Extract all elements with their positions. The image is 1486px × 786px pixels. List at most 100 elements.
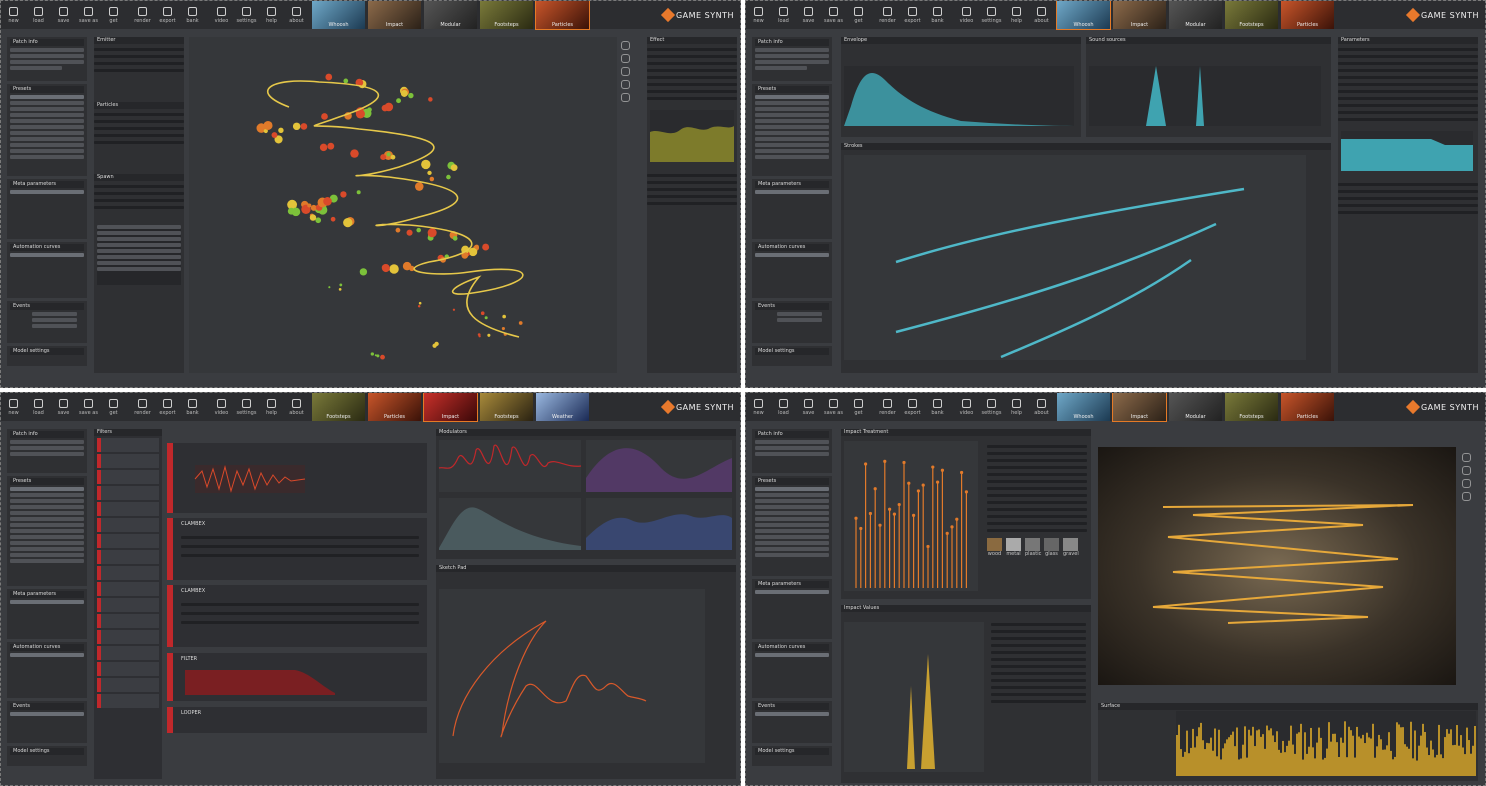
strokes-canvas[interactable]: [841, 152, 1331, 367]
material-metal-button[interactable]: metal: [1006, 538, 1021, 557]
save-button[interactable]: save: [796, 1, 821, 29]
thumb-impact[interactable]: Impact: [1112, 393, 1167, 422]
material-glass-button[interactable]: glass: [1044, 538, 1059, 557]
render-button[interactable]: render: [130, 1, 155, 29]
save-as-button[interactable]: save as: [821, 1, 846, 29]
filter-item[interactable]: [97, 694, 159, 708]
save-button[interactable]: save: [796, 393, 821, 421]
spiral-tool-icon[interactable]: [1462, 479, 1471, 488]
thumb-footsteps[interactable]: Footsteps: [1225, 393, 1278, 421]
export-button[interactable]: export: [155, 393, 180, 421]
filter-item[interactable]: [97, 582, 159, 596]
load-button[interactable]: load: [26, 1, 51, 29]
new-button[interactable]: new: [1, 393, 26, 421]
shape-tool-icon[interactable]: [1462, 492, 1471, 501]
module-clambex-1[interactable]: CLAMBEX: [167, 518, 427, 580]
module-looper[interactable]: LOOPER: [167, 707, 427, 733]
material-wood-button[interactable]: wood: [987, 538, 1002, 557]
help-button[interactable]: help: [1004, 1, 1029, 29]
settings-button[interactable]: settings: [234, 1, 259, 29]
render-button[interactable]: render: [875, 1, 900, 29]
pen-tool-icon[interactable]: [621, 41, 630, 50]
get-button[interactable]: get: [101, 1, 126, 29]
shape-tool-icon[interactable]: [621, 80, 630, 89]
filter-item[interactable]: [97, 454, 159, 468]
save-button[interactable]: save: [51, 393, 76, 421]
bank-button[interactable]: bank: [180, 1, 205, 29]
filter-item[interactable]: [97, 678, 159, 692]
video-button[interactable]: video: [209, 1, 234, 29]
save-as-button[interactable]: save as: [821, 393, 846, 421]
settings-button[interactable]: settings: [979, 393, 1004, 421]
thumb-footsteps[interactable]: Footsteps: [480, 1, 533, 29]
thumb-footsteps[interactable]: Footsteps: [312, 393, 365, 421]
thumb-whoosh[interactable]: Whoosh: [1057, 393, 1110, 421]
thumb-particles[interactable]: Particles: [1281, 393, 1334, 421]
filter-item[interactable]: [97, 550, 159, 564]
thumb-particles[interactable]: Particles: [535, 1, 590, 30]
filter-item[interactable]: [97, 470, 159, 484]
render-button[interactable]: render: [875, 393, 900, 421]
thumb-modular[interactable]: Modular: [424, 1, 477, 29]
thumb-particles[interactable]: Particles: [368, 393, 421, 421]
load-button[interactable]: load: [771, 1, 796, 29]
thumb-footsteps[interactable]: Footsteps: [1225, 1, 1278, 29]
help-button[interactable]: help: [1004, 393, 1029, 421]
particles-canvas[interactable]: [189, 37, 617, 373]
surface-canvas[interactable]: [1098, 447, 1456, 685]
export-button[interactable]: export: [155, 1, 180, 29]
curve-tool-icon[interactable]: [621, 54, 630, 63]
thumb-modular[interactable]: Modular: [1169, 1, 1222, 29]
save-as-button[interactable]: save as: [76, 393, 101, 421]
pen-tool-icon[interactable]: [1462, 453, 1471, 462]
thumb-weather[interactable]: Weather: [536, 393, 589, 421]
filter-item[interactable]: [97, 438, 159, 452]
module-oscillator[interactable]: [167, 443, 427, 513]
save-as-button[interactable]: save as: [76, 1, 101, 29]
save-button[interactable]: save: [51, 1, 76, 29]
bank-button[interactable]: bank: [925, 393, 950, 421]
bank-button[interactable]: bank: [180, 393, 205, 421]
about-button[interactable]: about: [1029, 393, 1054, 421]
filter-item[interactable]: [97, 614, 159, 628]
bank-button[interactable]: bank: [925, 1, 950, 29]
filter-item[interactable]: [97, 662, 159, 676]
load-button[interactable]: load: [26, 393, 51, 421]
video-button[interactable]: video: [209, 393, 234, 421]
export-button[interactable]: export: [900, 393, 925, 421]
sketch-canvas[interactable]: [436, 586, 708, 766]
curve-tool-icon[interactable]: [1462, 466, 1471, 475]
filter-item[interactable]: [97, 518, 159, 532]
video-button[interactable]: video: [954, 393, 979, 421]
video-button[interactable]: video: [954, 1, 979, 29]
about-button[interactable]: about: [284, 393, 309, 421]
get-button[interactable]: get: [846, 1, 871, 29]
spiral-tool-icon[interactable]: [621, 67, 630, 76]
render-button[interactable]: render: [130, 393, 155, 421]
load-button[interactable]: load: [771, 393, 796, 421]
material-plastic-button[interactable]: plastic: [1025, 538, 1041, 557]
about-button[interactable]: about: [284, 1, 309, 29]
thumb-impact[interactable]: Impact: [423, 393, 478, 422]
filter-item[interactable]: [97, 486, 159, 500]
filter-item[interactable]: [97, 646, 159, 660]
thumb-whoosh[interactable]: Whoosh: [312, 1, 365, 29]
settings-button[interactable]: settings: [234, 393, 259, 421]
thumb-particles[interactable]: Particles: [1281, 1, 1334, 29]
new-button[interactable]: new: [1, 1, 26, 29]
help-button[interactable]: help: [259, 1, 284, 29]
thumb-impact[interactable]: Impact: [1113, 1, 1166, 29]
export-button[interactable]: export: [900, 1, 925, 29]
filter-item[interactable]: [97, 566, 159, 580]
get-button[interactable]: get: [846, 393, 871, 421]
filter-item[interactable]: [97, 630, 159, 644]
filter-item[interactable]: [97, 502, 159, 516]
thumb-whoosh[interactable]: Whoosh: [1056, 1, 1111, 30]
thumb-footsteps-2[interactable]: Footsteps: [480, 393, 533, 421]
about-button[interactable]: about: [1029, 1, 1054, 29]
new-button[interactable]: new: [746, 393, 771, 421]
thumb-impact[interactable]: Impact: [368, 1, 421, 29]
help-button[interactable]: help: [259, 393, 284, 421]
module-clambex-2[interactable]: CLAMBEX: [167, 585, 427, 647]
get-button[interactable]: get: [101, 393, 126, 421]
